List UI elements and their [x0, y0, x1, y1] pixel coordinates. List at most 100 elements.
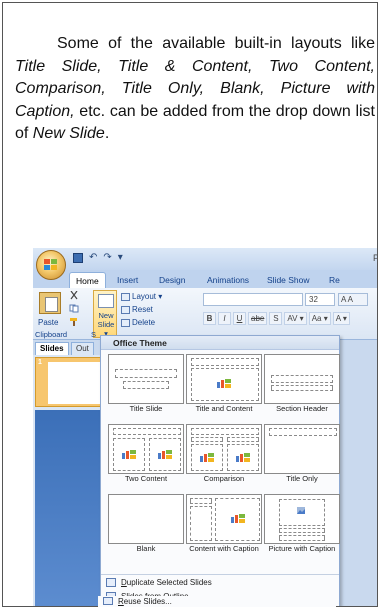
layout-blank[interactable]: Blank [107, 494, 184, 557]
layout-button[interactable]: Layout ▾ [121, 292, 162, 301]
layout-thumbnail [108, 424, 184, 474]
layout-section-header[interactable]: Section Header [263, 354, 340, 417]
powerpoint-screenshot: ↶ ↷ ▾ P Home Insert Design Animations Sl… [33, 248, 377, 606]
layout-content-with-caption[interactable]: Content with Caption [185, 494, 262, 557]
intro-end: . [104, 125, 110, 143]
office-button[interactable] [36, 250, 66, 280]
italic-button[interactable]: I [218, 312, 231, 325]
reset-button[interactable]: Reset [121, 305, 153, 314]
layout-comparison[interactable]: Comparison [185, 424, 262, 487]
new-slide-label: New Slide ▾ [97, 311, 115, 338]
content-icon [236, 453, 250, 462]
delete-button[interactable]: Delete [121, 318, 155, 327]
intro-new-slide: New Slide [32, 125, 105, 143]
title-bar: ↶ ↷ ▾ P [33, 248, 377, 270]
layout-thumbnail [264, 354, 340, 404]
char-spacing-button[interactable]: AV ▾ [284, 312, 307, 325]
copy-icon[interactable] [69, 304, 79, 313]
delete-icon [121, 318, 130, 327]
layout-thumbnail [186, 354, 262, 404]
content-icon [217, 379, 231, 388]
save-icon[interactable] [73, 252, 83, 263]
tab-slide-show[interactable]: Slide Show [261, 272, 316, 288]
undo-icon[interactable]: ↶ [89, 252, 97, 263]
layout-label: Section Header [276, 404, 328, 413]
layout-picture-with-caption[interactable]: Picture with Caption [263, 494, 340, 557]
layout-label: Blank [136, 544, 156, 553]
reuse-slides-label-row[interactable]: Reuse Slides... [98, 596, 336, 607]
layout-thumbnail [264, 494, 340, 544]
panel-tabs: Slides Out [33, 341, 103, 355]
shadow-button[interactable]: S [269, 312, 283, 325]
content-icon [122, 450, 136, 459]
font-name-input[interactable] [203, 293, 303, 306]
tab-insert[interactable]: Insert [111, 272, 144, 288]
layout-icon [121, 292, 130, 301]
content-icon [200, 453, 214, 462]
layout-label: Title Slide [129, 404, 163, 413]
ribbon: Paste New Slide ▾ Layout ▾ Reset Delete 3… [33, 288, 377, 340]
ribbon-tabs: Home Insert Design Animations Slide Show… [33, 270, 377, 288]
dropdown-header: Office Theme [101, 336, 339, 350]
reset-icon [121, 305, 130, 314]
new-slide-icon [98, 294, 114, 308]
paste-icon[interactable] [39, 292, 61, 314]
clipboard-group-label: Clipboard [35, 330, 68, 339]
slide-thumbnail[interactable]: 1 [35, 357, 101, 407]
tab-review[interactable]: Re [323, 272, 346, 288]
paste-label[interactable]: Paste [38, 318, 58, 327]
layout-thumbnail [186, 494, 262, 544]
content-icon [158, 450, 172, 459]
window-title: P [373, 253, 377, 263]
layout-label: Two Content [124, 474, 168, 483]
layout-title-only[interactable]: Title Only [263, 424, 340, 487]
pane-background [35, 410, 101, 606]
intro-text-1: Some of the available built-in layouts l… [57, 35, 375, 52]
tab-outline[interactable]: Out [71, 342, 94, 355]
change-case-button[interactable]: Aa ▾ [308, 312, 331, 325]
layout-label: Comparison [203, 474, 245, 483]
intro-paragraph: Some of the available built-in layouts l… [15, 33, 375, 146]
tab-slides[interactable]: Slides [35, 342, 69, 355]
strikethrough-button[interactable]: abe [248, 312, 268, 325]
layout-label: Content with Caption [189, 544, 259, 553]
layout-label: Picture with Caption [268, 544, 336, 553]
duplicate-selected-slides-item[interactable]: Duplicate Selected Slides [101, 577, 339, 589]
layout-thumbnail [264, 424, 340, 474]
layout-thumbnail [108, 494, 184, 544]
quick-access-toolbar: ↶ ↷ ▾ [73, 252, 123, 263]
slides-group-label: S [91, 330, 97, 339]
new-slide-dropdown: Office Theme Title Slide Title and Conte… [100, 335, 340, 606]
cut-icon[interactable] [69, 291, 79, 300]
reuse-slides-icon [103, 597, 113, 605]
bold-button[interactable]: B [203, 312, 216, 325]
layout-thumbnail [186, 424, 262, 474]
grow-shrink-font-buttons[interactable]: A A [338, 293, 368, 306]
dropdown-separator [101, 574, 339, 575]
underline-button[interactable]: U [233, 312, 246, 325]
office-logo-icon [44, 259, 57, 270]
qat-customize-icon[interactable]: ▾ [118, 252, 123, 263]
tab-home[interactable]: Home [69, 272, 106, 288]
document-frame: Some of the available built-in layouts l… [2, 2, 378, 607]
content-icon [231, 514, 245, 523]
new-slide-button[interactable]: New Slide ▾ [93, 290, 117, 338]
tab-design[interactable]: Design [153, 272, 191, 288]
slide-thumbnail-preview [48, 362, 100, 404]
duplicate-slides-icon [106, 578, 116, 587]
font-size-input[interactable]: 32 [305, 293, 335, 306]
layout-label: Title Only [286, 474, 318, 483]
slide-thumbnail-pane: 1 [33, 355, 103, 606]
format-buttons-row: B I U abe S AV ▾ Aa ▾ A ▾ [203, 312, 350, 325]
layout-title-and-content[interactable]: Title and Content [185, 354, 262, 417]
layout-thumbnail [108, 354, 184, 404]
font-color-button[interactable]: A ▾ [332, 312, 350, 325]
picture-icon [297, 507, 305, 514]
layout-title-slide[interactable]: Title Slide [107, 354, 184, 417]
slide-number: 1 [38, 359, 42, 366]
layout-label: Title and Content [195, 404, 253, 413]
redo-icon[interactable]: ↷ [103, 252, 111, 263]
tab-animations[interactable]: Animations [201, 272, 255, 288]
layout-two-content[interactable]: Two Content [107, 424, 184, 487]
format-painter-icon[interactable] [69, 317, 79, 326]
